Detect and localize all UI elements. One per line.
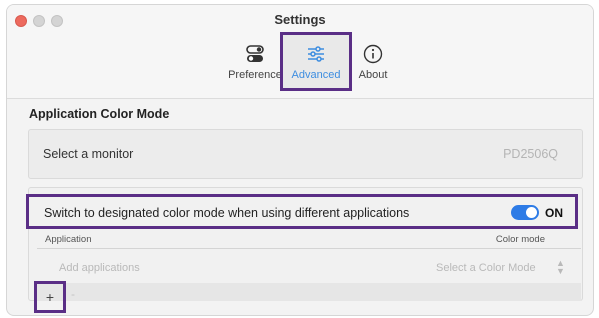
add-application-button[interactable]: + <box>34 281 66 313</box>
tab-preference[interactable]: Preference <box>227 35 283 90</box>
advanced-tab-highlight-box <box>280 32 352 91</box>
switch-label: Switch to designated color mode when usi… <box>44 206 410 220</box>
color-mode-switch-row: Switch to designated color mode when usi… <box>26 194 578 229</box>
remove-application-button[interactable]: - <box>71 287 75 301</box>
color-mode-toggle[interactable] <box>511 205 539 220</box>
column-header-application: Application <box>45 234 92 245</box>
monitor-value: PD2506Q <box>503 147 558 161</box>
monitor-selector[interactable]: Select a monitor PD2506Q <box>28 129 583 179</box>
add-applications-placeholder[interactable]: Add applications <box>59 262 140 274</box>
list-footer <box>37 283 581 301</box>
tab-about-label: About <box>358 69 388 81</box>
monitor-label: Select a monitor <box>43 147 134 161</box>
window-title: Settings <box>274 12 326 27</box>
settings-window: Settings Preference Advanced About Appli… <box>6 4 594 316</box>
chevron-updown-icon[interactable]: ▲ ▼ <box>556 259 565 276</box>
toggle-knob <box>526 207 537 218</box>
color-mode-select[interactable]: Select a Color Mode <box>436 262 536 274</box>
column-header-color-mode: Color mode <box>495 234 545 245</box>
titlebar: Settings Preference Advanced About <box>7 5 593 99</box>
info-icon <box>362 43 384 65</box>
tab-preference-label: Preference <box>228 69 282 81</box>
toggle-switches-icon <box>244 43 266 65</box>
toggle-state: ON <box>545 206 563 220</box>
header-divider <box>37 248 581 249</box>
section-title: Application Color Mode <box>29 107 170 121</box>
tab-about[interactable]: About <box>353 35 393 90</box>
